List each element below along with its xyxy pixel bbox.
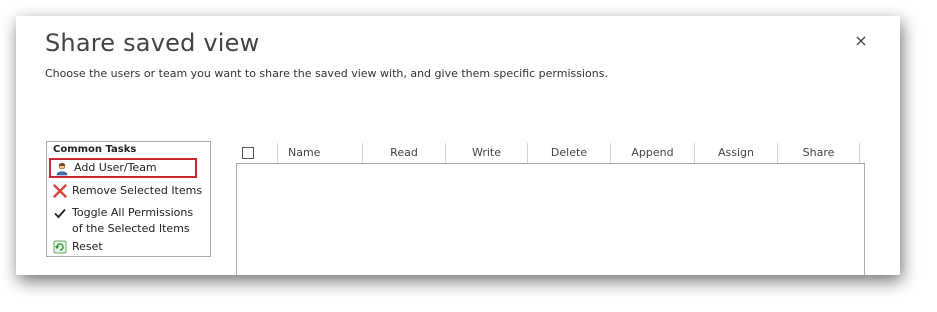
permissions-grid-header: Name Read Write Delete Append Assign Sha… xyxy=(236,143,862,163)
column-delete[interactable]: Delete xyxy=(527,143,610,163)
dialog-subtitle: Choose the users or team you want to sha… xyxy=(45,67,608,80)
column-assign[interactable]: Assign xyxy=(694,143,777,163)
column-name[interactable]: Name xyxy=(277,143,362,163)
column-write[interactable]: Write xyxy=(445,143,527,163)
remove-selected-items-button[interactable]: Remove Selected Items xyxy=(53,183,202,199)
add-user-team-button[interactable]: Add User/Team xyxy=(49,158,197,178)
user-icon xyxy=(56,162,68,175)
select-all-checkbox[interactable] xyxy=(242,147,254,159)
toggle-permissions-line-2: of the Selected Items xyxy=(72,222,190,235)
column-append[interactable]: Append xyxy=(610,143,694,163)
common-tasks-panel: Common Tasks Add User/Team Remove Select… xyxy=(46,141,211,257)
share-dialog: Share saved view Choose the users or tea… xyxy=(16,16,900,275)
dialog-title: Share saved view xyxy=(45,29,260,57)
checkmark-icon xyxy=(54,208,66,219)
permissions-grid-body[interactable] xyxy=(236,163,865,275)
refresh-icon xyxy=(53,240,67,254)
toggle-all-permissions-label: Toggle All Permissions of the Selected I… xyxy=(72,205,193,237)
red-x-icon xyxy=(53,184,67,198)
column-share[interactable]: Share xyxy=(777,143,860,163)
add-user-team-label: Add User/Team xyxy=(74,161,157,174)
toggle-permissions-line-1: Toggle All Permissions xyxy=(72,206,194,219)
toggle-all-permissions-button[interactable]: Toggle All Permissions of the Selected I… xyxy=(53,205,193,237)
remove-selected-items-label: Remove Selected Items xyxy=(72,184,203,197)
reset-label: Reset xyxy=(72,240,103,253)
reset-button[interactable]: Reset xyxy=(53,239,103,255)
common-tasks-header: Common Tasks xyxy=(53,144,137,155)
close-icon[interactable]: × xyxy=(854,33,868,49)
column-read[interactable]: Read xyxy=(362,143,445,163)
